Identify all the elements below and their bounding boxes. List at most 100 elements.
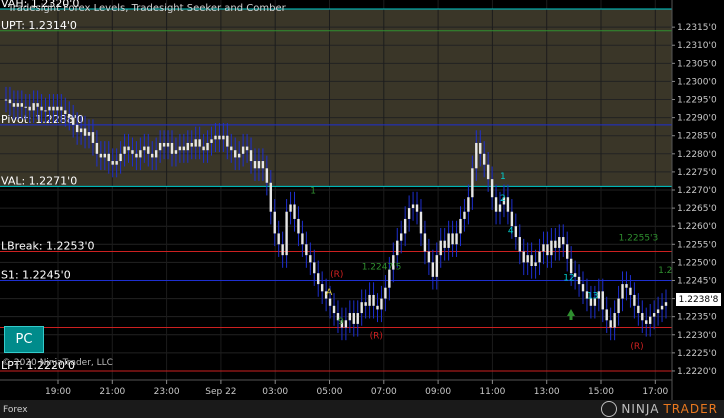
pc-button[interactable]: PC <box>4 326 44 353</box>
candle-body <box>400 233 403 241</box>
candle-body <box>317 273 320 285</box>
candle-body <box>601 291 604 310</box>
candle-body <box>518 237 521 252</box>
candle-body <box>313 262 316 274</box>
annotation-label: 1.2255'3 <box>619 234 659 244</box>
price-tick-label: 1.2300'0 <box>677 77 717 87</box>
time-tick-label: 11:00 <box>479 387 505 397</box>
candle-body <box>214 135 217 140</box>
candle-body <box>648 316 652 324</box>
price-tick-label: 1.2230'0 <box>677 331 717 341</box>
candle-body <box>506 197 510 212</box>
annotation-label: 1 <box>500 172 506 182</box>
candle-body <box>190 142 193 147</box>
candle-body <box>320 284 324 292</box>
candle-body <box>407 208 411 219</box>
ninjatrader-logo-icon <box>601 401 618 417</box>
candle-body <box>613 313 616 328</box>
level-label-val: VAL: 1.2271'0 <box>1 174 77 187</box>
candle-body <box>52 106 55 111</box>
candle-body <box>230 146 233 151</box>
price-tick-label: 1.2220'0 <box>677 367 717 377</box>
candle-body <box>364 302 367 306</box>
candle-body <box>265 168 269 183</box>
candle-body <box>261 161 265 169</box>
candle-body <box>99 153 103 158</box>
price-tick-label: 1.2285'0 <box>677 132 717 142</box>
candle-body <box>569 258 573 274</box>
price-tick-label: 1.2275'0 <box>677 168 717 178</box>
price-chart[interactable]: VAH: 1.2320'0UPT: 1.2314'0Pivot: 1.2288'… <box>0 0 724 418</box>
candle-body <box>151 153 154 158</box>
candle-body <box>514 226 518 238</box>
candle-body <box>348 313 352 321</box>
copyright-text: © 2020 NinjaTrader, LLC <box>2 358 113 368</box>
candle-body <box>237 153 241 158</box>
candle-body <box>253 161 257 169</box>
candle-body <box>494 197 498 212</box>
time-tick-label: 13:00 <box>534 387 560 397</box>
candle-body <box>273 211 276 234</box>
candle-body <box>356 313 359 324</box>
current-price-tag: 1.2238'8 <box>676 293 721 306</box>
candle-body <box>210 139 213 143</box>
candle-body <box>103 153 107 158</box>
candle-body <box>154 150 158 158</box>
candle-body <box>257 161 261 169</box>
level-label-s1: S1: 1.2245'0 <box>1 268 71 281</box>
candle-body <box>194 139 197 147</box>
candle-body <box>419 211 423 234</box>
candle-body <box>562 237 565 245</box>
candle-body <box>376 305 379 310</box>
candle-body <box>60 106 63 111</box>
time-tick-label: 15:00 <box>588 387 614 397</box>
candle-body <box>234 150 237 158</box>
candle-body <box>479 142 482 154</box>
candle-body <box>475 142 478 169</box>
candle-body <box>115 161 118 165</box>
candle-body <box>166 142 170 147</box>
candle-body <box>565 244 569 259</box>
candle-body <box>443 240 446 248</box>
candle-body <box>64 110 67 114</box>
candle-body <box>581 284 585 292</box>
candle-body <box>36 103 39 107</box>
candle-body <box>107 153 110 162</box>
candle-body <box>641 313 644 321</box>
time-tick-label: 19:00 <box>45 387 71 397</box>
price-tick-label: 1.2260'0 <box>677 222 717 232</box>
candle-body <box>123 146 126 154</box>
candle-body <box>617 298 620 314</box>
price-tick-label: 1.2225'0 <box>677 349 717 359</box>
candle-body <box>332 305 336 314</box>
candle-body <box>127 146 130 151</box>
candle-body <box>135 153 138 158</box>
time-tick-label: 21:00 <box>99 387 125 397</box>
candle-body <box>403 218 407 234</box>
instrument-tab[interactable]: Forex <box>3 405 28 415</box>
candle-body <box>471 168 474 198</box>
price-tick-label: 1.2305'0 <box>677 59 717 69</box>
candle-body <box>483 153 486 165</box>
candle-body <box>352 313 355 324</box>
price-tick-label: 1.2290'0 <box>677 114 717 124</box>
candle-body <box>285 211 288 256</box>
candle-body <box>360 302 363 314</box>
candle-body <box>625 284 628 288</box>
candle-body <box>344 320 348 328</box>
candle-body <box>139 150 142 158</box>
candle-body <box>143 146 146 151</box>
price-tick-label: 1.2265'0 <box>677 204 717 214</box>
candle-body <box>281 244 284 256</box>
candle-body <box>119 153 122 162</box>
price-tick-label: 1.2280'0 <box>677 150 717 160</box>
price-tick-label: 1.2255'0 <box>677 240 717 250</box>
candle-body <box>427 251 431 263</box>
candle-body <box>75 124 79 133</box>
annotation-label: (R) <box>630 342 643 352</box>
candle-body <box>83 128 87 136</box>
candle-body <box>538 251 541 263</box>
price-tick-label: 1.2295'0 <box>677 96 717 106</box>
price-tick-label: 1.2310'0 <box>677 41 717 51</box>
candle-body <box>328 298 332 306</box>
